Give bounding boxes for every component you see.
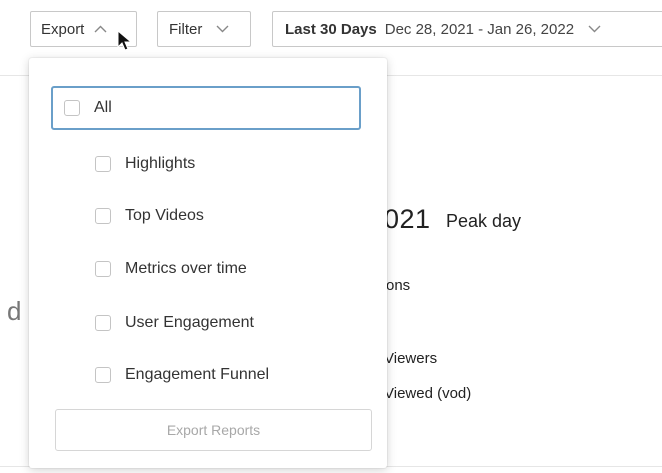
chevron-up-icon xyxy=(94,23,107,35)
highlights-checkbox[interactable] xyxy=(95,156,111,172)
chevron-down-icon xyxy=(588,23,601,35)
date-range-label: Last 30 Days xyxy=(285,20,377,38)
export-option-metrics-over-time[interactable]: Metrics over time xyxy=(95,257,247,281)
date-range-value: Dec 28, 2021 - Jan 26, 2022 xyxy=(384,20,575,38)
engagement-funnel-checkbox[interactable] xyxy=(95,367,111,383)
option-label: Metrics over time xyxy=(125,260,247,277)
top-videos-checkbox[interactable] xyxy=(95,208,111,224)
all-checkbox[interactable] xyxy=(64,100,80,116)
viewed-vod-label-fragment: Viewed (vod) xyxy=(384,385,472,402)
mouse-pointer-icon xyxy=(117,29,133,52)
filter-label: Filter xyxy=(169,20,203,38)
option-label: Highlights xyxy=(125,155,196,172)
export-option-user-engagement[interactable]: User Engagement xyxy=(95,311,254,335)
viewers-label-fragment: Viewers xyxy=(384,350,438,367)
filter-dropdown-button[interactable]: Filter xyxy=(157,11,251,47)
metric-label-fragment: ons xyxy=(386,277,411,294)
date-range-dropdown[interactable]: Last 30 Days Dec 28, 2021 - Jan 26, 2022 xyxy=(272,11,662,47)
option-label: Engagement Funnel xyxy=(125,366,270,383)
all-label: All xyxy=(94,99,112,116)
export-option-highlights[interactable]: Highlights xyxy=(95,152,195,176)
export-option-top-videos[interactable]: Top Videos xyxy=(95,204,204,228)
export-dropdown-menu: All Highlights Top Videos Metrics over t… xyxy=(29,58,387,468)
peak-day-date-fragment: 021 xyxy=(384,204,431,234)
option-label: Top Videos xyxy=(125,207,204,224)
export-reports-button[interactable]: Export Reports xyxy=(55,409,372,451)
user-engagement-checkbox[interactable] xyxy=(95,315,111,331)
metrics-over-time-checkbox[interactable] xyxy=(95,261,111,277)
export-option-engagement-funnel[interactable]: Engagement Funnel xyxy=(95,363,269,387)
peak-day-label: Peak day xyxy=(446,211,522,231)
export-option-all[interactable]: All xyxy=(51,86,361,130)
option-label: User Engagement xyxy=(125,314,254,331)
heading-fragment: d xyxy=(7,296,22,326)
chevron-down-icon xyxy=(216,23,229,35)
export-label: Export xyxy=(41,20,85,38)
